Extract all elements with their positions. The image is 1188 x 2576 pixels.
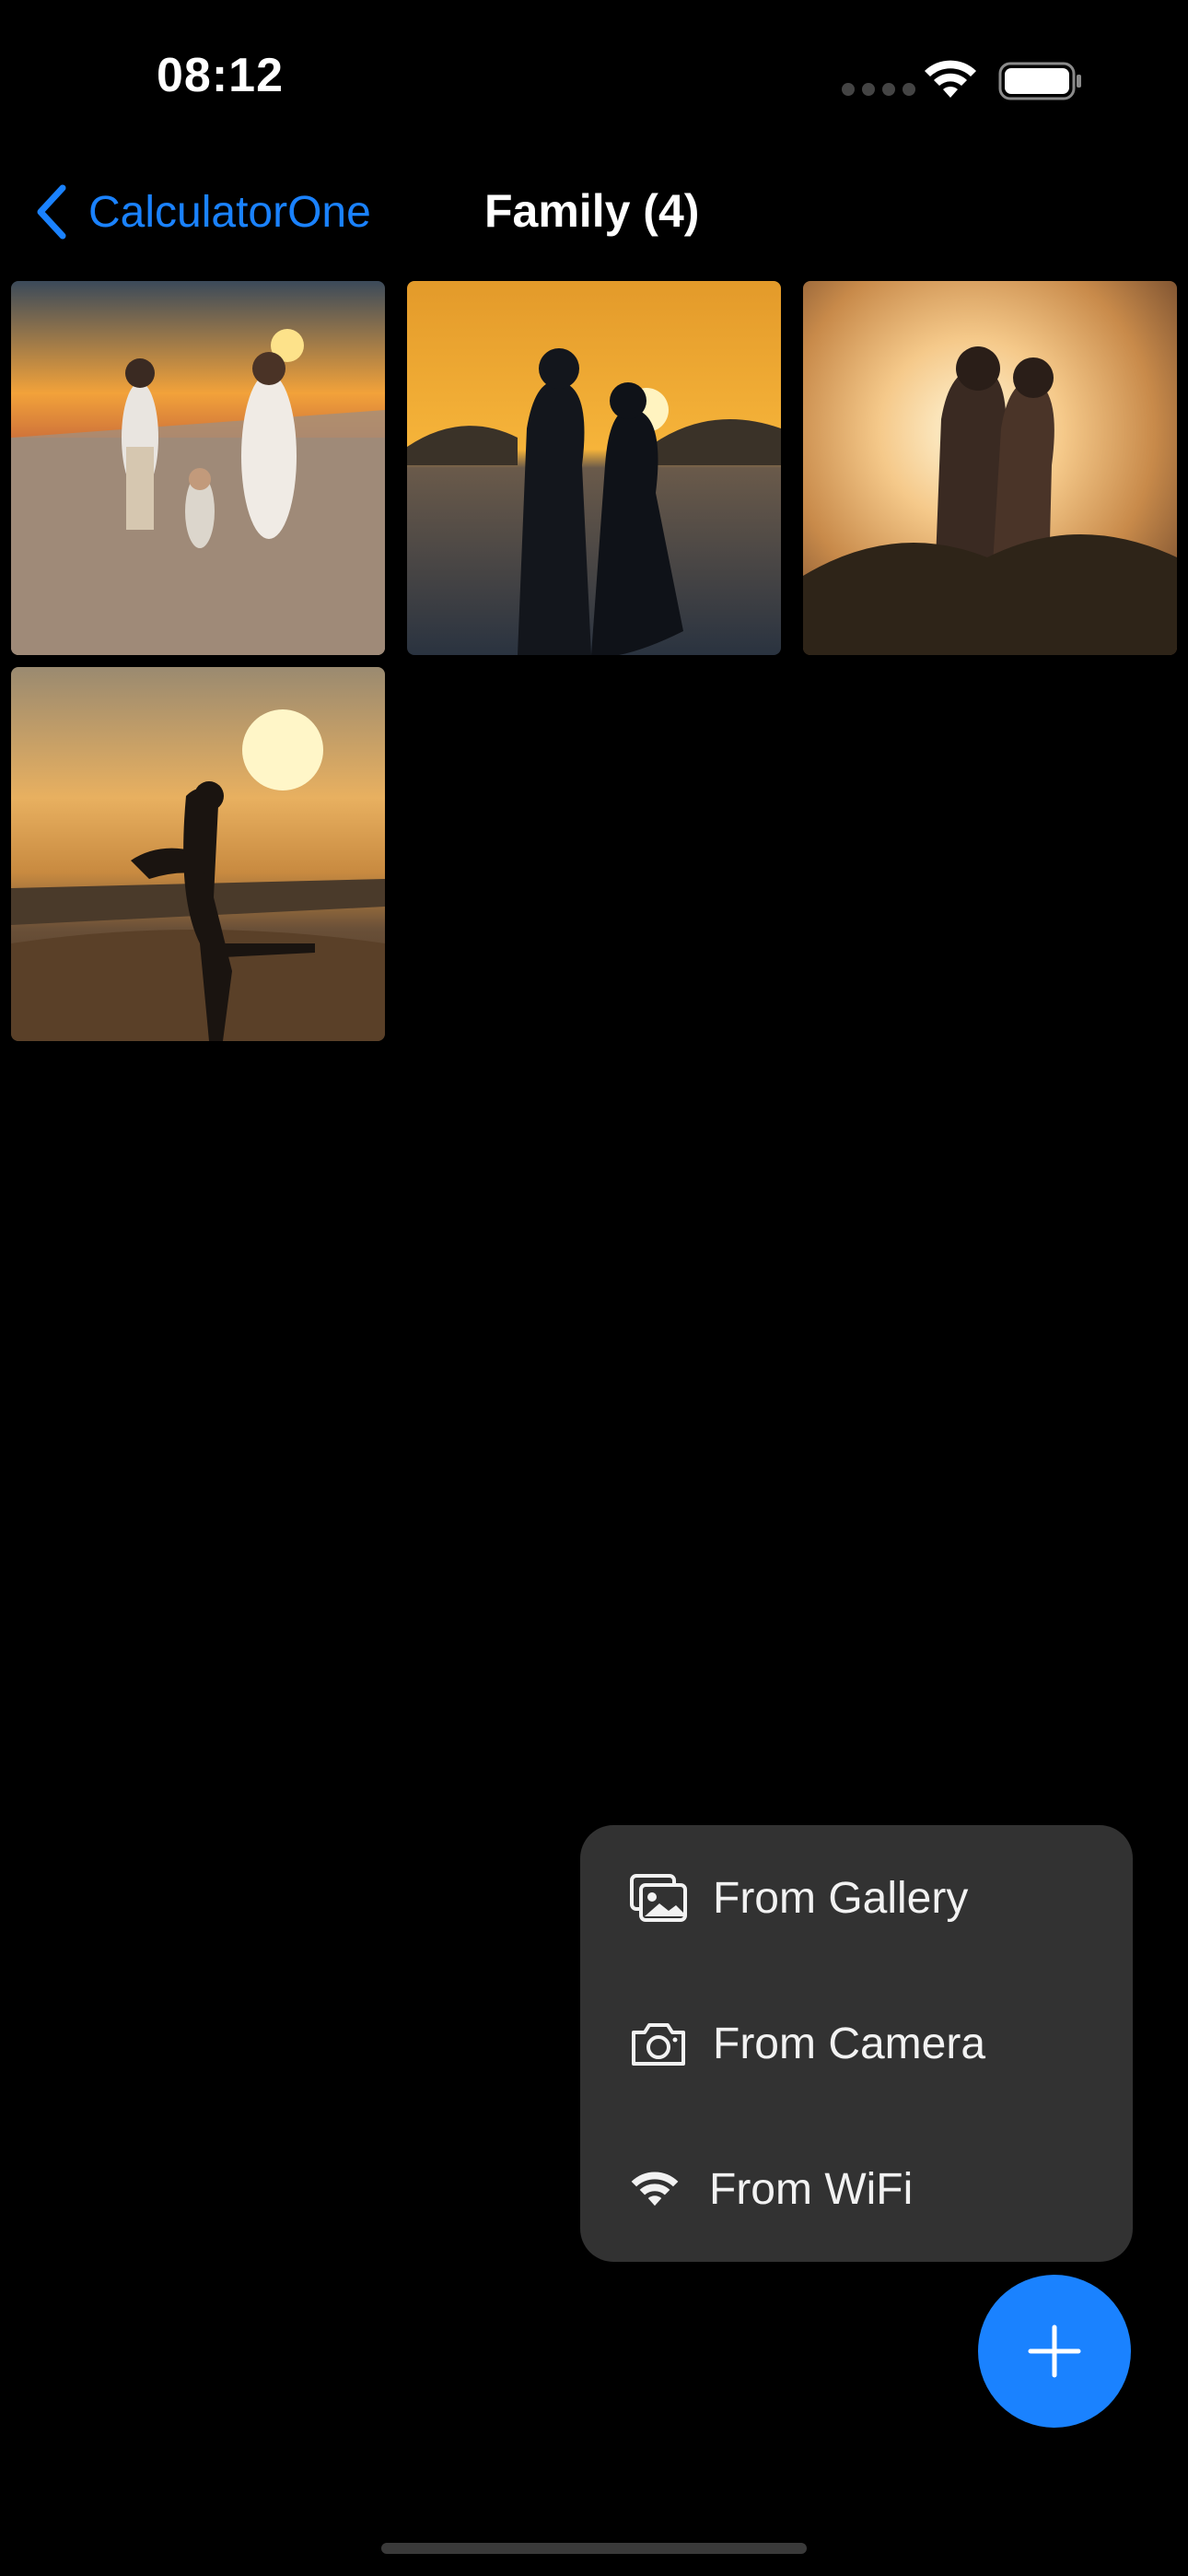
wifi-icon [631,2172,679,2207]
menu-item-from-wifi[interactable]: From WiFi [580,2116,1133,2262]
chevron-left-icon [37,184,66,240]
cellular-signal-icon [842,83,915,96]
battery-icon [998,62,1081,100]
camera-icon [632,2023,685,2066]
add-button[interactable] [978,2275,1131,2428]
status-time: 08:12 [157,49,284,102]
menu-label-gallery: From Gallery [713,1873,969,1923]
plus-icon [1028,2324,1081,2378]
page-title: Family (4) [484,185,700,237]
menu-label-wifi: From WiFi [709,2164,914,2214]
wifi-status-icon [925,60,976,98]
navigation-bar: CalculatorOne Family (4) [0,166,1188,258]
photo-thumbnail-1[interactable] [11,281,385,655]
home-indicator [381,2543,807,2554]
import-menu: From Gallery From Camera From WiFi [580,1825,1133,2262]
photo-thumbnail-4[interactable] [11,667,385,1041]
back-label: CalculatorOne [88,187,371,237]
menu-label-camera: From Camera [713,2019,986,2068]
photo-thumbnail-2[interactable] [407,281,781,655]
menu-item-from-gallery[interactable]: From Gallery [580,1825,1133,1971]
status-bar: 08:12 [0,0,1188,157]
photo-thumbnail-3[interactable] [803,281,1177,655]
back-button[interactable]: CalculatorOne [31,182,371,241]
menu-item-from-camera[interactable]: From Camera [580,1971,1133,2116]
gallery-icon [630,1874,687,1922]
